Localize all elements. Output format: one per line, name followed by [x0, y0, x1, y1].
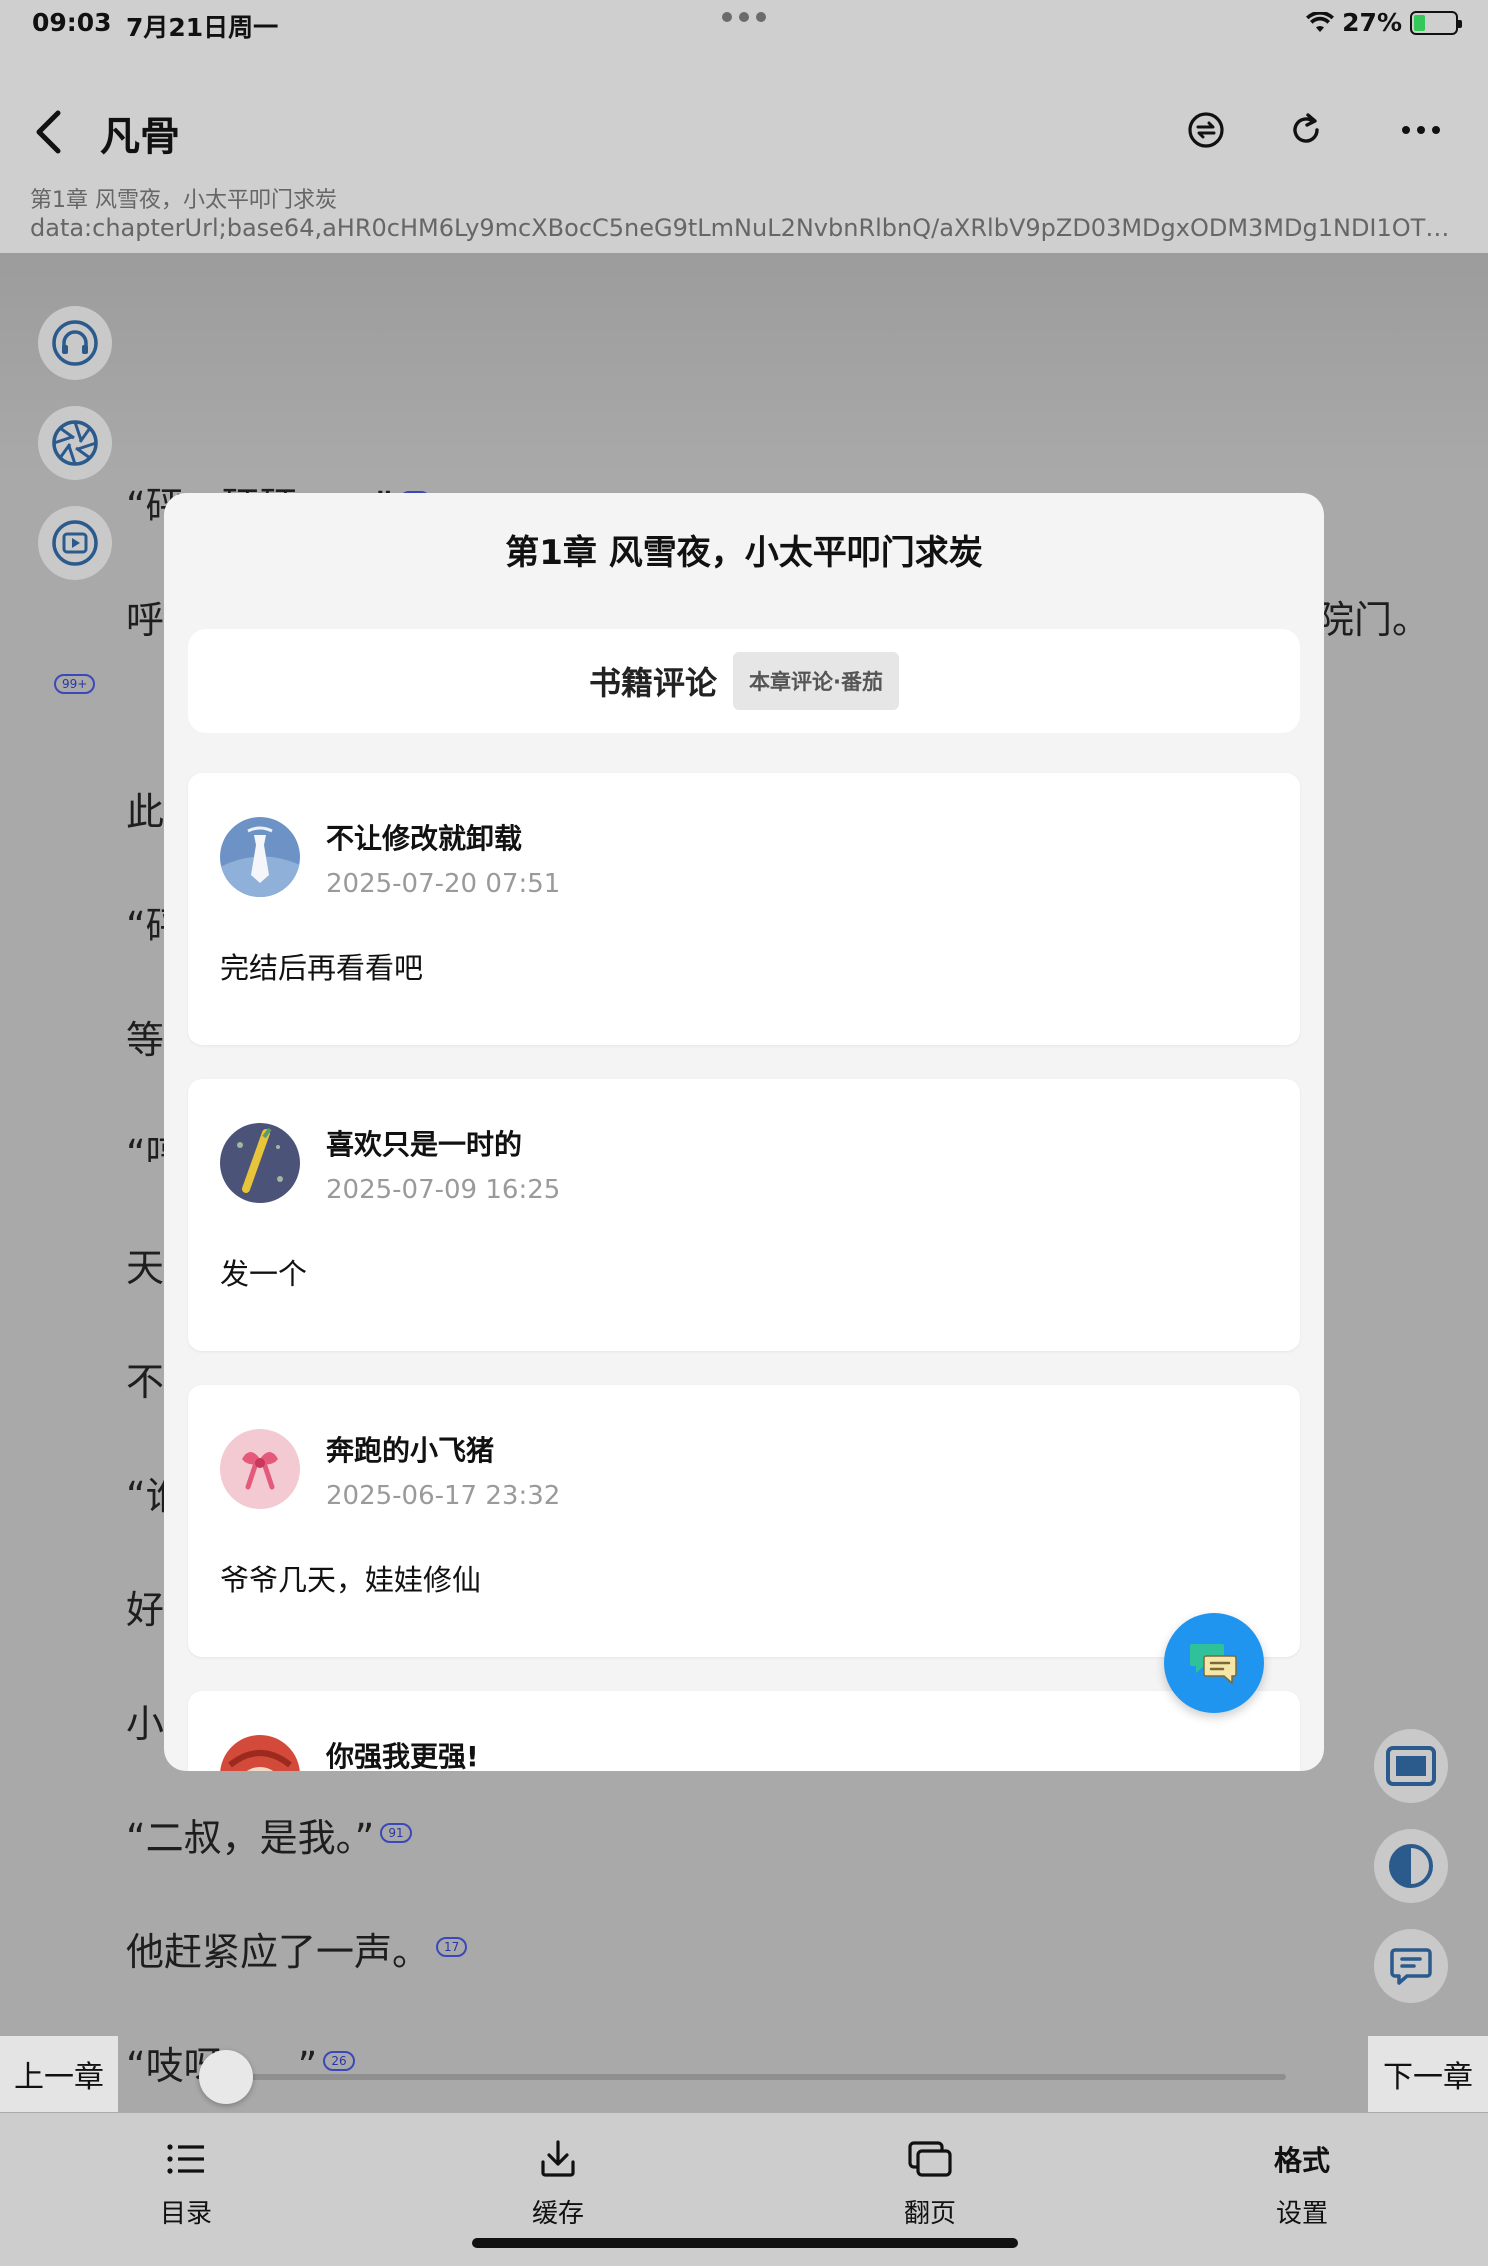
text-line: “二叔，是我。” 91: [126, 1807, 412, 1862]
format-icon: 格式: [1273, 2144, 1330, 2177]
comment-author[interactable]: 喜欢只是一时的: [326, 1123, 522, 1163]
chevron-left-icon: [36, 110, 61, 154]
avatar: [220, 1429, 300, 1509]
text-line: 好: [126, 1588, 165, 1632]
list-icon: [167, 2139, 205, 2179]
comment-card[interactable]: 不让修改就卸载 2025-07-20 07:51 完结后再看看吧: [188, 773, 1300, 1045]
play-window-icon: [52, 520, 98, 566]
text-line: 他赶紧应了一声。 17: [126, 1921, 468, 1976]
tab-toc[interactable]: 目录: [106, 2139, 266, 2230]
comment-author[interactable]: 你强我更强!: [326, 1735, 479, 1771]
auto-scroll-button[interactable]: [38, 406, 112, 480]
comment-tabs: 书籍评论 本章评论·番茄: [188, 629, 1300, 733]
text-line: 等: [126, 1018, 165, 1062]
tab-chapter-comments[interactable]: 本章评论·番茄: [733, 652, 899, 710]
headphones-icon: [52, 320, 98, 366]
multitask-dots[interactable]: [722, 12, 766, 24]
swap-source-icon: [1188, 112, 1224, 148]
text-line-tail: 院门。: [1316, 598, 1431, 642]
aperture-icon: [52, 420, 98, 466]
home-indicator[interactable]: [472, 2238, 1018, 2248]
status-right: 27%: [1306, 8, 1462, 37]
text-line: 呼: [126, 598, 165, 642]
tab-label: 设置: [1275, 2199, 1328, 2229]
text-line: 此: [126, 790, 165, 834]
comment-author[interactable]: 奔跑的小飞猪: [326, 1429, 494, 1469]
comment-date: 2025-07-09 16:25: [326, 1175, 561, 1205]
book-title: 凡骨: [100, 114, 180, 160]
pages-icon: [908, 2139, 952, 2179]
tab-settings[interactable]: 格式 设置: [1222, 2139, 1382, 2230]
comment-count-badge[interactable]: 17: [436, 1937, 468, 1958]
comment-count-badge[interactable]: 91: [380, 1823, 412, 1844]
avatar: [220, 1123, 300, 1203]
comment-author[interactable]: 不让修改就卸载: [326, 817, 522, 857]
download-icon: [540, 2139, 576, 2179]
fullscreen-button[interactable]: [1374, 1729, 1448, 1803]
next-chapter-button[interactable]: 下一章: [1368, 2036, 1488, 2112]
change-source-button[interactable]: [1180, 104, 1232, 156]
tab-label: 缓存: [531, 2199, 584, 2229]
wifi-icon: [1306, 11, 1335, 32]
night-mode-button[interactable]: [1374, 1829, 1448, 1903]
dialog-title: 第1章 风雪夜，小太平叩门求炭: [505, 533, 983, 573]
chapter-progress-track[interactable]: [226, 2074, 1286, 2080]
contrast-icon: [1389, 1844, 1433, 1888]
comment-card[interactable]: 你强我更强!: [188, 1691, 1300, 1771]
comment-date: 2025-07-20 07:51: [326, 869, 561, 899]
comment-text: 发一个: [220, 1257, 308, 1291]
battery-icon: [1410, 10, 1462, 35]
screen-icon: [1386, 1746, 1436, 1786]
text-line: 不: [126, 1360, 165, 1404]
status-time: 09:03: [32, 8, 112, 37]
refresh-button[interactable]: [1280, 104, 1332, 156]
comment-text: 爷爷几天，娃娃修仙: [220, 1563, 482, 1597]
video-button[interactable]: [38, 506, 112, 580]
text-line: 小: [126, 1702, 165, 1746]
avatar: [220, 1735, 300, 1771]
more-button[interactable]: [1395, 104, 1447, 156]
chapter-subtitle: 第1章 风雪夜，小太平叩门求炭: [30, 188, 337, 213]
text-line: 天: [126, 1246, 165, 1290]
comment-text: 完结后再看看吧: [220, 951, 424, 985]
tab-cache[interactable]: 缓存: [478, 2139, 638, 2230]
status-date: 7月21日周一: [126, 13, 279, 42]
chat-bubbles-icon: [1190, 1644, 1237, 1685]
refresh-icon: [1293, 113, 1319, 143]
comment-icon: [1390, 1948, 1432, 1985]
avatar: [220, 817, 300, 897]
prev-chapter-button[interactable]: 上一章: [0, 2036, 118, 2112]
comments-dialog: 第1章 风雪夜，小太平叩门求炭 书籍评论 本章评论·番茄 不让修改就卸载 202…: [164, 493, 1324, 1771]
comment-count-badge[interactable]: 26: [323, 2051, 355, 2072]
tab-book-comments[interactable]: 书籍评论: [589, 658, 717, 704]
tab-label: 翻页: [903, 2199, 956, 2229]
top-bar: 09:03 7月21日周一 27% 凡骨 第1章 风雪夜，小太平叩门求炭 dat…: [0, 0, 1488, 253]
comment-card[interactable]: 喜欢只是一时的 2025-07-09 16:25 发一个: [188, 1079, 1300, 1351]
chapter-url: data:chapterUrl;base64,aHR0cHM6Ly9mcXBoc…: [30, 214, 1450, 242]
comment-card[interactable]: 奔跑的小飞猪 2025-06-17 23:32 爷爷几天，娃娃修仙: [188, 1385, 1300, 1657]
tab-page-turn[interactable]: 翻页: [850, 2139, 1010, 2230]
comments-button[interactable]: [1374, 1929, 1448, 2003]
comment-date: 2025-06-17 23:32: [326, 1481, 561, 1511]
more-icon: [1402, 126, 1440, 134]
chapter-progress-knob[interactable]: [199, 2050, 253, 2104]
listen-button[interactable]: [38, 306, 112, 380]
write-comment-button[interactable]: [1164, 1613, 1264, 1713]
tab-label: 目录: [159, 2199, 212, 2229]
battery-percent: 27%: [1342, 8, 1402, 37]
chapter-comment-badge[interactable]: 99+: [54, 674, 96, 694]
back-button[interactable]: [28, 108, 68, 156]
